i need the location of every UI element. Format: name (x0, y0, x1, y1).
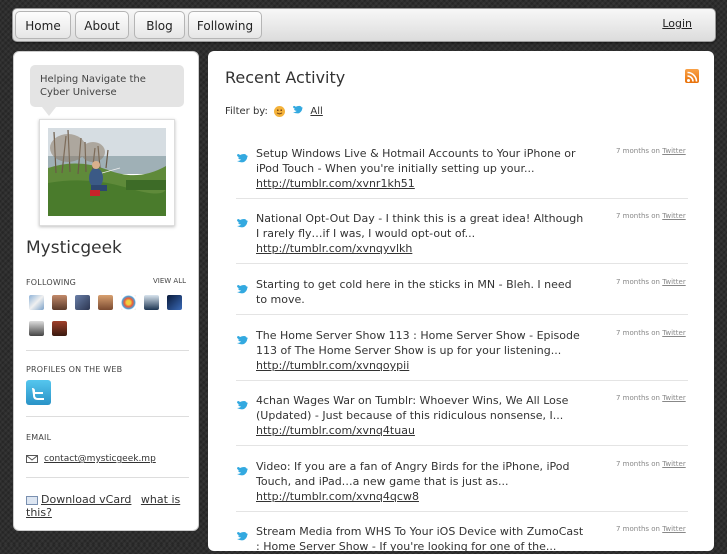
activity-text: National Opt-Out Day - I think this is a… (256, 211, 586, 256)
email-link[interactable]: contact@mysticgeek.mp (44, 454, 156, 464)
nav-home-button[interactable]: Home (15, 11, 71, 39)
activity-meta: 7 months on Twitter (616, 147, 688, 155)
sidebar-divider (26, 416, 189, 417)
activity-time: 7 months on (616, 278, 660, 286)
sidebar-divider (26, 477, 189, 478)
following-label: FOLLOWING (26, 278, 77, 287)
twitter-bird-icon (236, 279, 248, 294)
tagline-text: Helping Navigate the Cyber Universe (40, 74, 146, 98)
activity-source-link[interactable]: Twitter (662, 212, 685, 220)
activity-body: Starting to get cold here in the sticks … (256, 278, 572, 306)
profile-photo (39, 119, 175, 226)
item-divider (236, 445, 688, 446)
activity-text: The Home Server Show 113 : Home Server S… (256, 328, 586, 373)
nav-about-button[interactable]: About (75, 11, 129, 39)
rss-icon[interactable] (685, 69, 699, 83)
activity-body: Setup Windows Live & Hotmail Accounts to… (256, 147, 576, 175)
following-avatar[interactable] (98, 295, 113, 310)
activity-meta: 7 months on Twitter (616, 329, 688, 337)
activity-link[interactable]: http://tumblr.com/xvnqyvlkh (256, 242, 412, 255)
mail-icon (26, 454, 38, 463)
activity-source-link[interactable]: Twitter (662, 329, 685, 337)
profile-photo-image (48, 128, 166, 216)
following-avatar[interactable] (29, 295, 44, 310)
following-avatar[interactable] (121, 295, 136, 310)
activity-link[interactable]: http://tumblr.com/xvnqoypii (256, 359, 409, 372)
twitter-bird-icon (236, 461, 248, 476)
nav-blog-button[interactable]: Blog (134, 11, 185, 39)
smiley-icon[interactable] (274, 105, 286, 117)
activity-source-link[interactable]: Twitter (662, 278, 685, 286)
sidebar-divider (26, 350, 189, 351)
activity-body: National Opt-Out Day - I think this is a… (256, 212, 584, 240)
following-avatar[interactable] (167, 295, 182, 310)
activity-text: Stream Media from WHS To Your iOS Device… (256, 524, 586, 554)
item-divider (236, 314, 688, 315)
activity-time: 7 months on (616, 460, 660, 468)
following-avatar[interactable] (52, 295, 67, 310)
activity-time: 7 months on (616, 525, 660, 533)
item-divider (236, 511, 688, 512)
twitter-filter-icon[interactable] (292, 105, 304, 117)
activity-body: 4chan Wages War on Tumblr: Whoever Wins,… (256, 394, 569, 422)
download-vcard-link[interactable]: Download vCard (41, 493, 131, 506)
activity-source-link[interactable]: Twitter (662, 394, 685, 402)
filter-all-link[interactable]: All (310, 106, 322, 117)
activity-meta: 7 months on Twitter (616, 460, 688, 468)
twitter-bird-icon (236, 148, 248, 163)
view-all-link[interactable]: VIEW ALL (153, 277, 186, 285)
activity-time: 7 months on (616, 147, 660, 155)
profile-name: Mysticgeek (26, 238, 122, 258)
activity-text: Video: If you are a fan of Angry Birds f… (256, 459, 586, 504)
twitter-bird-icon (236, 330, 248, 345)
activity-source-link[interactable]: Twitter (662, 460, 685, 468)
activity-meta: 7 months on Twitter (616, 212, 688, 220)
tagline-bubble: Helping Navigate the Cyber Universe (30, 65, 184, 107)
page-title: Recent Activity (225, 68, 346, 87)
profile-sidebar: Helping Navigate the Cyber Universe Myst… (13, 51, 199, 531)
activity-text: Setup Windows Live & Hotmail Accounts to… (256, 146, 586, 191)
item-divider (236, 263, 688, 264)
twitter-profile-icon[interactable] (26, 380, 51, 405)
bubble-tail (42, 107, 56, 116)
following-avatar[interactable] (29, 321, 44, 336)
following-avatar[interactable] (75, 295, 90, 310)
filter-label: Filter by: (225, 106, 268, 117)
following-avatar[interactable] (144, 295, 159, 310)
activity-link[interactable]: http://tumblr.com/xvnr1kh51 (256, 177, 415, 190)
vcard-icon (26, 495, 38, 505)
item-divider (236, 198, 688, 199)
vcard-row: Download vCard what is this? (26, 493, 198, 519)
twitter-bird-icon (236, 526, 248, 541)
activity-meta: 7 months on Twitter (616, 394, 688, 402)
activity-text: 4chan Wages War on Tumblr: Whoever Wins,… (256, 393, 586, 438)
following-avatar[interactable] (52, 321, 67, 336)
activity-time: 7 months on (616, 329, 660, 337)
activity-source-link[interactable]: Twitter (662, 525, 685, 533)
twitter-bird-icon (236, 395, 248, 410)
activity-body: The Home Server Show 113 : Home Server S… (256, 329, 580, 357)
recent-activity-panel: Recent Activity Filter by: All Setup Win… (208, 51, 714, 554)
activity-text: Starting to get cold here in the sticks … (256, 277, 586, 307)
email-label: EMAIL (26, 433, 52, 442)
activity-meta: 7 months on Twitter (616, 525, 688, 533)
login-link[interactable]: Login (662, 17, 692, 30)
activity-link[interactable]: http://tumblr.com/xvnq4tuau (256, 424, 415, 437)
activity-meta: 7 months on Twitter (616, 278, 688, 286)
activity-body: Video: If you are a fan of Angry Birds f… (256, 460, 570, 488)
activity-source-link[interactable]: Twitter (662, 147, 685, 155)
twitter-bird-icon (236, 213, 248, 228)
filter-bar: Filter by: All (225, 105, 323, 117)
nav-following-button[interactable]: Following (188, 11, 262, 39)
email-row: contact@mysticgeek.mp (26, 454, 156, 464)
top-nav-bar: Home About Blog Following Login (12, 8, 716, 42)
profiles-label: PROFILES ON THE WEB (26, 365, 123, 374)
activity-body: Stream Media from WHS To Your iOS Device… (256, 525, 584, 553)
activity-time: 7 months on (616, 212, 660, 220)
activity-time: 7 months on (616, 394, 660, 402)
item-divider (236, 380, 688, 381)
activity-link[interactable]: http://tumblr.com/xvnq4qcw8 (256, 490, 419, 503)
